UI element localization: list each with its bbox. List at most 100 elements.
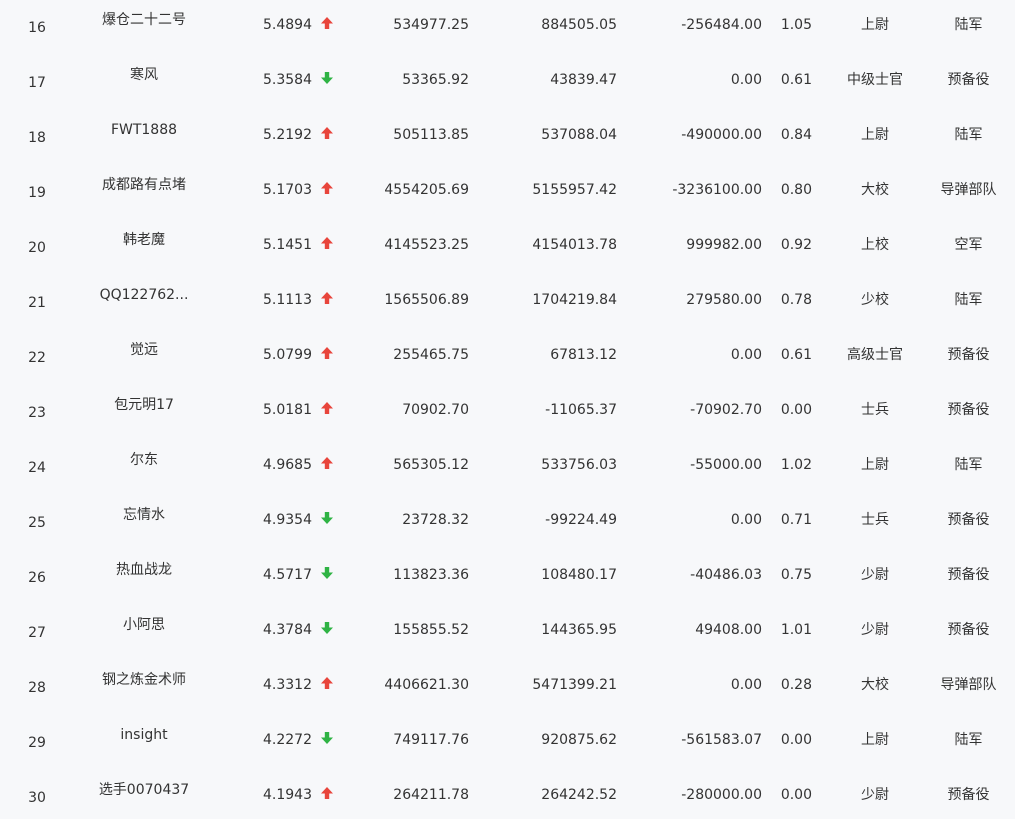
rank-cell: 29 <box>28 735 46 751</box>
player-name-link[interactable]: 爆仓二十二号 <box>74 12 214 28</box>
rank-cell: 25 <box>28 515 46 531</box>
value-3-cell: -3236100.00 <box>672 182 762 198</box>
branch-cell: 预备役 <box>947 567 990 583</box>
value-2-cell: 537088.04 <box>541 127 617 143</box>
table-row: 21 QQ122762... 5.1113 1565506.89 1704219.84 2… <box>0 272 1015 327</box>
value-3-cell: -40486.03 <box>690 567 762 583</box>
branch-cell: 预备役 <box>947 347 990 363</box>
ratio-cell: 4.3312 <box>263 677 312 693</box>
value-2-cell: 533756.03 <box>541 457 617 473</box>
arrow-up-icon <box>320 291 336 307</box>
ratio-cell: 4.5717 <box>263 567 312 583</box>
value-4-cell: 0.80 <box>780 182 812 198</box>
branch-cell: 空军 <box>954 237 983 253</box>
value-3-cell: -561583.07 <box>681 732 762 748</box>
player-name-link[interactable]: 小阿思 <box>74 617 214 633</box>
value-3-cell: -55000.00 <box>690 457 762 473</box>
value-2-cell: 5471399.21 <box>532 677 617 693</box>
military-rank-cell: 上尉 <box>861 17 889 33</box>
player-name-link[interactable]: 尔东 <box>74 452 214 468</box>
player-name-link[interactable]: 热血战龙 <box>74 562 214 578</box>
value-2-cell: 920875.62 <box>541 732 617 748</box>
arrow-up-icon <box>320 236 336 252</box>
table-row: 18 FWT1888 5.2192 505113.85 537088.04 -490000… <box>0 107 1015 162</box>
branch-cell: 导弹部队 <box>940 182 997 198</box>
player-name-link[interactable]: insight <box>74 727 214 743</box>
military-rank-cell: 上校 <box>861 237 889 253</box>
value-2-cell: 108480.17 <box>541 567 617 583</box>
player-name-link[interactable]: QQ122762... <box>74 287 214 303</box>
ratio-cell: 4.9354 <box>263 512 312 528</box>
player-name-link[interactable]: 觉远 <box>74 342 214 358</box>
value-4-cell: 1.01 <box>780 622 812 638</box>
branch-cell: 陆军 <box>954 457 983 473</box>
table-row: 30 选手0070437 4.1943 264211.78 264242.52 -2800… <box>0 767 1015 819</box>
military-rank-cell: 上尉 <box>861 732 889 748</box>
arrow-down-icon <box>320 621 336 637</box>
value-2-cell: 4154013.78 <box>532 237 617 253</box>
value-2-cell: 1704219.84 <box>532 292 617 308</box>
ratio-cell: 5.1451 <box>263 237 312 253</box>
value-4-cell: 0.92 <box>780 237 812 253</box>
player-name-link[interactable]: 钢之炼金术师 <box>74 672 214 688</box>
value-3-cell: 999982.00 <box>686 237 762 253</box>
military-rank-cell: 大校 <box>861 182 889 198</box>
table-row: 22 觉远 5.0799 255465.75 67813.12 0.00 0.61 高级士官 预… <box>0 327 1015 382</box>
value-4-cell: 0.61 <box>780 347 812 363</box>
value-3-cell: -280000.00 <box>681 787 762 803</box>
value-3-cell: 0.00 <box>730 72 762 88</box>
value-4-cell: 0.00 <box>780 402 812 418</box>
value-2-cell: -99224.49 <box>545 512 617 528</box>
player-name-link[interactable]: 寒风 <box>74 67 214 83</box>
player-name-link[interactable]: 韩老魔 <box>74 232 214 248</box>
rank-cell: 26 <box>28 570 46 586</box>
value-3-cell: 49408.00 <box>695 622 762 638</box>
ratio-cell: 4.3784 <box>263 622 312 638</box>
arrow-up-icon <box>320 401 336 417</box>
player-name-link[interactable]: 忘情水 <box>74 507 214 523</box>
rank-cell: 21 <box>28 295 46 311</box>
value-1-cell: 255465.75 <box>393 347 469 363</box>
player-name-link[interactable]: 包元明17 <box>74 397 214 413</box>
rank-cell: 18 <box>28 130 46 146</box>
table-row: 27 小阿思 4.3784 155855.52 144365.95 49408.00 1.0… <box>0 602 1015 657</box>
table-row: 28 钢之炼金术师 4.3312 4406621.30 5471399.21 0.00 0.… <box>0 657 1015 712</box>
military-rank-cell: 少校 <box>861 292 889 308</box>
value-1-cell: 534977.25 <box>393 17 469 33</box>
value-2-cell: 884505.05 <box>541 17 617 33</box>
value-2-cell: 67813.12 <box>550 347 617 363</box>
value-4-cell: 1.05 <box>780 17 812 33</box>
player-name-link[interactable]: 成都路有点堵 <box>74 177 214 193</box>
table-row: 17 寒风 5.3584 53365.92 43839.47 0.00 0.61 中级士官 预备… <box>0 52 1015 107</box>
player-name-link[interactable]: FWT1888 <box>74 122 214 138</box>
table-row: 29 insight 4.2272 749117.76 920875.62 -561583… <box>0 712 1015 767</box>
military-rank-cell: 上尉 <box>861 127 889 143</box>
player-name-link[interactable]: 选手0070437 <box>74 782 214 798</box>
arrow-up-icon <box>320 181 336 197</box>
arrow-up-icon <box>320 786 336 802</box>
branch-cell: 陆军 <box>954 127 983 143</box>
military-rank-cell: 士兵 <box>861 402 889 418</box>
value-3-cell: -490000.00 <box>681 127 762 143</box>
table-row: 19 成都路有点堵 5.1703 4554205.69 5155957.42 -32361… <box>0 162 1015 217</box>
table-row: 23 包元明17 5.0181 70902.70 -11065.37 -70902.70 0… <box>0 382 1015 437</box>
ratio-cell: 4.2272 <box>263 732 312 748</box>
arrow-up-icon <box>320 456 336 472</box>
value-3-cell: -70902.70 <box>690 402 762 418</box>
military-rank-cell: 大校 <box>861 677 889 693</box>
ratio-cell: 5.2192 <box>263 127 312 143</box>
rank-cell: 20 <box>28 240 46 256</box>
value-4-cell: 1.02 <box>780 457 812 473</box>
branch-cell: 预备役 <box>947 622 990 638</box>
value-1-cell: 4145523.25 <box>384 237 469 253</box>
arrow-up-icon <box>320 16 336 32</box>
value-1-cell: 4406621.30 <box>384 677 469 693</box>
value-4-cell: 0.78 <box>780 292 812 308</box>
leaderboard-table: 16 爆仓二十二号 5.4894 534977.25 884505.05 -256484.… <box>0 0 1015 816</box>
value-1-cell: 155855.52 <box>393 622 469 638</box>
value-1-cell: 23728.32 <box>402 512 469 528</box>
rank-cell: 19 <box>28 185 46 201</box>
arrow-down-icon <box>320 731 336 747</box>
value-1-cell: 264211.78 <box>393 787 469 803</box>
branch-cell: 陆军 <box>954 292 983 308</box>
